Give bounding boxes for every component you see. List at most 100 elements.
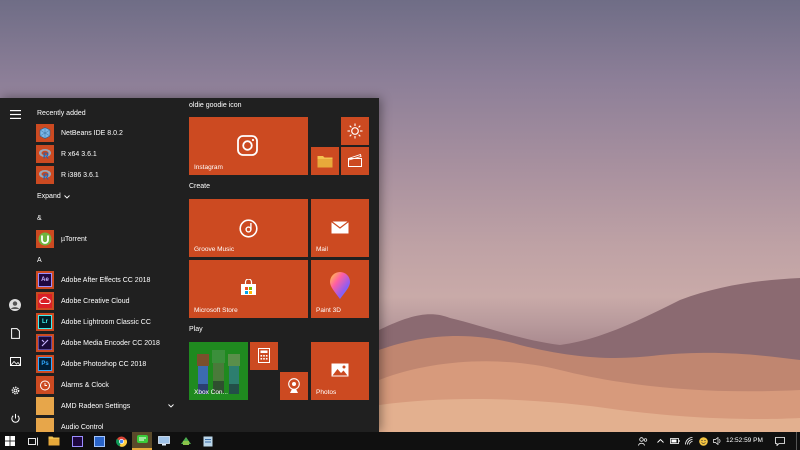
taskbar-line-app[interactable] — [132, 432, 152, 450]
tiles-pane: oldie goodie icon Instagram Create Groov… — [189, 98, 379, 432]
groove-music-icon — [239, 219, 258, 238]
app-item-netbeans[interactable]: NetBeans IDE 8.0.2 — [36, 123, 180, 143]
app-item-r-i386[interactable]: R R i386 3.6.1 — [36, 165, 180, 185]
taskbar-clock[interactable]: 12:52:59 PM — [726, 437, 763, 444]
tile-label: Microsoft Store — [194, 307, 238, 314]
taskbar-app-computer[interactable] — [154, 432, 174, 450]
after-effects-icon: Ae — [36, 271, 54, 289]
app-item-photoshop[interactable]: Ps Adobe Photoshop CC 2018 — [36, 354, 180, 374]
user-account-button[interactable] — [0, 293, 30, 317]
app-item-after-effects[interactable]: Ae Adobe After Effects CC 2018 — [36, 270, 180, 290]
task-view-button[interactable] — [24, 432, 42, 450]
start-rail — [0, 98, 30, 432]
tile-label: Mail — [316, 246, 328, 253]
tile-label: Photos — [316, 389, 337, 396]
tile-file-explorer[interactable] — [311, 147, 339, 175]
gear-icon — [11, 386, 19, 394]
lightroom-icon: Lr — [36, 313, 54, 331]
webcam-icon — [287, 378, 301, 394]
creative-cloud-icon — [36, 292, 54, 310]
svg-text:R: R — [43, 152, 49, 161]
app-item-lightroom[interactable]: Lr Adobe Lightroom Classic CC — [36, 312, 180, 332]
battery-icon — [670, 438, 680, 444]
show-hidden-icons-button[interactable] — [654, 432, 666, 450]
tile-section-title[interactable]: oldie goodie icon — [189, 102, 242, 109]
tile-mail[interactable]: Mail — [311, 199, 369, 257]
app-list[interactable]: Recently added NetBeans IDE 8.0.2 R R x6… — [30, 98, 180, 432]
app-label: Adobe Lightroom Classic CC — [61, 318, 151, 326]
after-effects-icon — [71, 435, 83, 447]
picture-icon — [9, 356, 21, 366]
taskbar-after-effects[interactable] — [67, 432, 87, 450]
app-item-media-encoder[interactable]: Adobe Media Encoder CC 2018 — [36, 333, 180, 353]
recently-added-header: Recently added — [37, 110, 86, 117]
tile-label: Groove Music — [194, 246, 235, 253]
folder-icon — [48, 436, 60, 446]
taskbar-app-blue[interactable] — [89, 432, 109, 450]
app-label: AMD Radeon Settings — [61, 402, 131, 410]
documents-button[interactable] — [0, 321, 30, 345]
tile-label: Paint 3D — [316, 307, 341, 314]
volume-button[interactable] — [711, 432, 723, 450]
tile-section-title[interactable]: Create — [189, 183, 210, 190]
app-item-audio-control[interactable]: Audio Control — [36, 417, 180, 432]
taskbar-file-explorer[interactable] — [44, 432, 64, 450]
app-icon — [181, 437, 191, 445]
emoji-app-button[interactable] — [697, 432, 709, 450]
folder-icon — [36, 397, 54, 415]
people-button[interactable] — [636, 432, 650, 450]
settings-button[interactable] — [0, 378, 30, 402]
group-header-ampersand[interactable]: & — [37, 215, 42, 222]
power-button[interactable] — [0, 406, 30, 430]
app-label: Adobe After Effects CC 2018 — [61, 276, 151, 284]
tile-movies-tv[interactable] — [341, 147, 369, 175]
group-header-a[interactable]: A — [37, 257, 42, 264]
document-icon — [203, 436, 213, 446]
pictures-button[interactable] — [0, 349, 30, 373]
r-icon: R — [36, 166, 54, 184]
tile-microsoft-store[interactable]: Microsoft Store — [189, 260, 308, 318]
tile-section-title[interactable]: Play — [189, 326, 203, 333]
svg-text:R: R — [43, 173, 49, 182]
instagram-icon — [237, 135, 258, 156]
tile-photos[interactable]: Photos — [311, 342, 369, 400]
tile-camera[interactable] — [280, 372, 308, 400]
start-menu: Recently added NetBeans IDE 8.0.2 R R x6… — [0, 98, 379, 432]
hamburger-menu-button[interactable] — [0, 102, 30, 126]
app-label: Adobe Media Encoder CC 2018 — [61, 339, 160, 347]
clapperboard-icon — [348, 154, 362, 167]
calculator-icon — [258, 348, 270, 363]
start-button[interactable] — [0, 432, 20, 450]
tile-instagram[interactable]: Instagram — [189, 117, 308, 175]
taskbar-chrome[interactable] — [111, 432, 131, 450]
utorrent-icon — [36, 230, 54, 248]
app-item-creative-cloud[interactable]: Adobe Creative Cloud — [36, 291, 180, 311]
app-item-utorrent[interactable]: µTorrent — [36, 229, 180, 249]
tile-xbox-console-companion[interactable]: Xbox Con... — [189, 342, 248, 400]
app-item-alarms-clock[interactable]: Alarms & Clock — [36, 375, 180, 395]
folder-icon — [317, 155, 333, 168]
action-center-button[interactable] — [773, 432, 787, 450]
app-item-r-x64[interactable]: R R x64 3.6.1 — [36, 144, 180, 164]
tile-groove-music[interactable]: Groove Music — [189, 199, 308, 257]
tile-calculator[interactable] — [250, 342, 278, 370]
task-view-icon — [27, 437, 38, 445]
battery-button[interactable] — [669, 432, 681, 450]
app-label: NetBeans IDE 8.0.2 — [61, 129, 123, 137]
network-button[interactable] — [683, 432, 695, 450]
chevron-down-icon[interactable] — [168, 404, 174, 408]
app-label: Adobe Creative Cloud — [61, 297, 130, 305]
windows-logo-icon — [5, 436, 15, 446]
tile-weather[interactable] — [341, 117, 369, 145]
app-label: Alarms & Clock — [61, 381, 109, 389]
alarm-clock-icon — [36, 376, 54, 394]
app-item-amd-radeon[interactable]: AMD Radeon Settings — [36, 396, 180, 416]
expand-button[interactable]: Expand — [37, 193, 70, 200]
app-label: R x64 3.6.1 — [61, 150, 97, 158]
show-desktop-button[interactable] — [796, 432, 800, 450]
taskbar-app-document[interactable] — [198, 432, 218, 450]
tile-paint-3d[interactable]: Paint 3D — [311, 260, 369, 318]
photoshop-icon: Ps — [36, 355, 54, 373]
taskbar-app-green[interactable] — [176, 432, 196, 450]
app-label: µTorrent — [61, 235, 87, 243]
